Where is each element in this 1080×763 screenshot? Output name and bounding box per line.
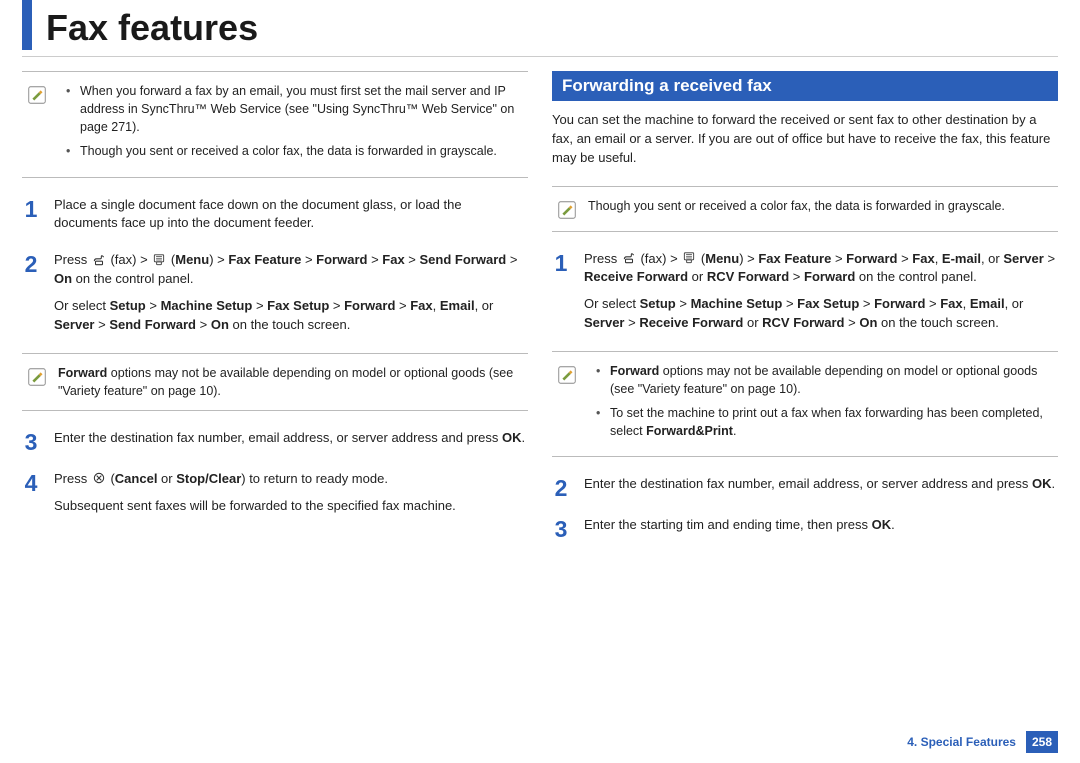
step-text: Press (Cancel or Stop/Clear) to return t… [54, 470, 528, 489]
step-number: 3 [22, 431, 40, 454]
page-title: Fax features [46, 10, 258, 46]
step-number: 1 [22, 198, 40, 221]
note-item: Though you sent or received a color fax,… [66, 142, 522, 160]
page-header: Fax features [22, 0, 1058, 57]
step-text: Enter the starting tim and ending time, … [584, 516, 1058, 535]
page-footer: 4. Special Features 258 [907, 731, 1058, 753]
section-intro: You can set the machine to forward the r… [552, 111, 1058, 168]
step-text: Or select Setup > Machine Setup > Fax Se… [584, 295, 1058, 333]
note-icon [26, 84, 48, 106]
right-column: Forwarding a received fax You can set th… [552, 71, 1058, 557]
step-row: 2 Press (fax) > (Menu) > Fax Feature > F… [22, 251, 528, 334]
fax-icon [91, 253, 107, 267]
section-heading: Forwarding a received fax [552, 71, 1058, 101]
note-icon [26, 366, 48, 388]
step-row: 3 Enter the destination fax number, emai… [22, 429, 528, 452]
step-row: 3 Enter the starting tim and ending time… [552, 516, 1058, 539]
step-text: Or select Setup > Machine Setup > Fax Se… [54, 297, 528, 335]
note-item: To set the machine to print out a fax wh… [596, 404, 1052, 440]
step-text: Subsequent sent faxes will be forwarded … [54, 497, 528, 516]
fax-icon [621, 251, 637, 265]
note-icon [556, 199, 578, 221]
left-column: When you forward a fax by an email, you … [22, 71, 528, 557]
note-item: Forward options may not be available dep… [596, 362, 1052, 398]
note-text: Though you sent or received a color fax,… [588, 197, 1052, 215]
menu-icon [681, 251, 697, 265]
step-text: Enter the destination fax number, email … [54, 429, 528, 448]
footer-page-number: 258 [1026, 731, 1058, 753]
note-text: Forward options may not be available dep… [58, 364, 522, 400]
cancel-icon [91, 471, 107, 485]
note-box: Though you sent or received a color fax,… [552, 186, 1058, 232]
step-number: 1 [552, 252, 570, 275]
footer-chapter: 4. Special Features [907, 735, 1016, 749]
step-text: Enter the destination fax number, email … [584, 475, 1058, 494]
step-row: 4 Press (Cancel or Stop/Clear) to return… [22, 470, 528, 516]
step-row: 1 Press (fax) > (Menu) > Fax Feature > F… [552, 250, 1058, 333]
step-number: 4 [22, 472, 40, 495]
note-icon [556, 364, 578, 386]
step-row: 1 Place a single document face down on t… [22, 196, 528, 234]
menu-icon [151, 253, 167, 267]
step-number: 2 [22, 253, 40, 276]
step-number: 3 [552, 518, 570, 541]
note-item: When you forward a fax by an email, you … [66, 82, 522, 136]
step-number: 2 [552, 477, 570, 500]
header-accent-bar [22, 0, 32, 50]
step-text: Press (fax) > (Menu) > Fax Feature > For… [54, 251, 528, 289]
note-box: Forward options may not be available dep… [552, 351, 1058, 458]
step-row: 2 Enter the destination fax number, emai… [552, 475, 1058, 498]
note-box: When you forward a fax by an email, you … [22, 71, 528, 178]
step-text: Press (fax) > (Menu) > Fax Feature > For… [584, 250, 1058, 288]
note-box: Forward options may not be available dep… [22, 353, 528, 411]
step-text: Place a single document face down on the… [54, 196, 528, 234]
